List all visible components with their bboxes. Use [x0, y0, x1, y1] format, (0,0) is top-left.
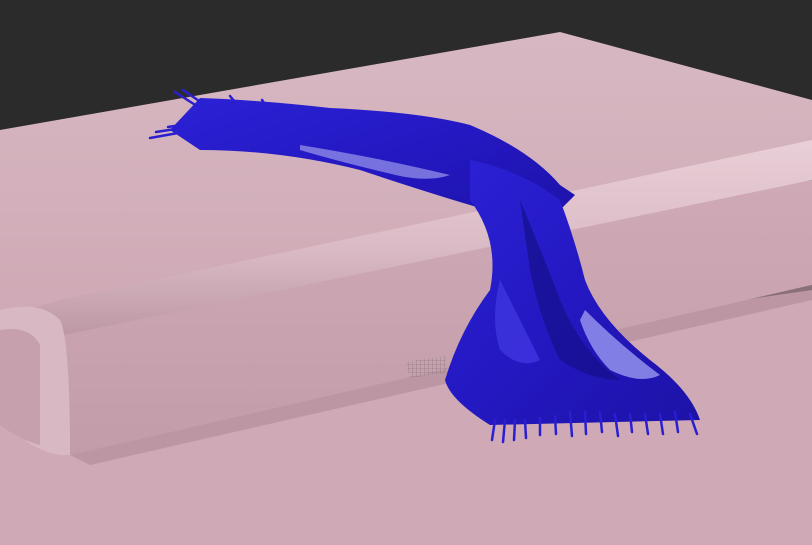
- scene-canvas: [0, 0, 812, 545]
- render-viewport: [0, 0, 812, 545]
- box-corner-shade: [0, 329, 40, 445]
